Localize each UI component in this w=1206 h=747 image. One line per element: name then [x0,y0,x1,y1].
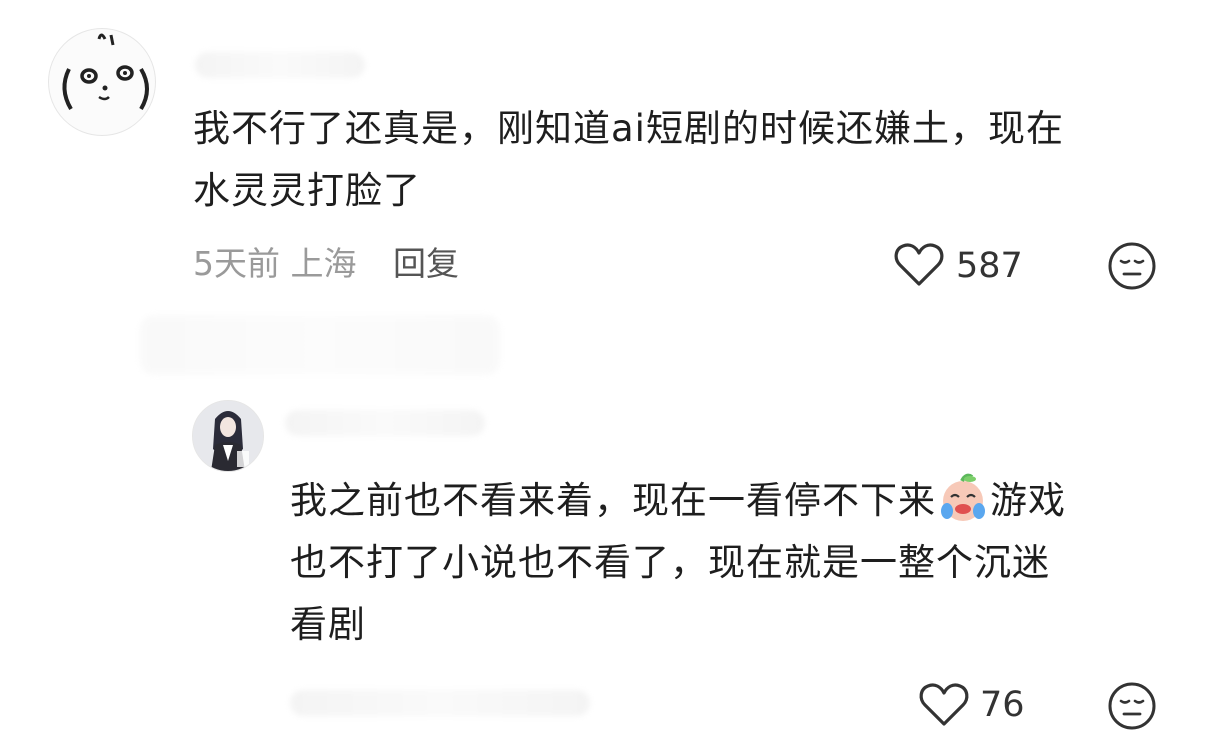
like-button[interactable] [893,240,945,290]
reply-dislike-button[interactable] [1106,680,1158,732]
reply-line-1-tail: 游戏 [990,479,1066,522]
comment-meta: 5天前 上海 回复 [193,244,459,284]
reply-avatar[interactable] [192,400,264,472]
commenter-avatar[interactable] [48,28,156,136]
reply-line-1-text: 我之前也不看来着，现在一看停不下来 [290,479,936,522]
username-redacted [195,52,365,78]
comment-text: 我不行了还真是，刚知道ai短剧的时候还嫌土，现在 水灵灵打脸了 [193,98,1183,222]
blurred-region [140,315,500,375]
dislike-button[interactable] [1106,240,1158,292]
reply-like-count: 76 [980,685,1025,725]
like-count: 587 [956,246,1023,286]
comment-line-2: 水灵灵打脸了 [193,169,421,212]
reply-line-2: 也不打了小说也不看了，现在就是一整个沉迷 [290,541,1050,584]
reply-text: 我之前也不看来着，现在一看停不下来 游戏 也不打了小说也不看了，现在就是一整个沉… [290,470,1170,656]
reply-button[interactable]: 回复 [393,244,459,283]
reply-line-1: 我之前也不看来着，现在一看停不下来 游戏 [290,470,1170,532]
meh-face-icon [1108,242,1156,290]
crying-face-emoji [936,473,990,523]
heart-outline-icon [919,683,969,726]
reply-line-3: 看剧 [290,603,366,646]
comment-location: 上海 [290,244,357,283]
anime-character-avatar-icon [193,401,263,471]
comment-line-1: 我不行了还真是，刚知道ai短剧的时候还嫌土，现在 [193,107,1064,150]
meh-face-icon [1108,682,1156,730]
reply-meta-redacted [290,690,590,716]
bunny-avatar-icon [62,33,149,111]
comment-time: 5天前 [193,244,280,283]
heart-outline-icon [894,243,944,286]
reply-username-redacted [285,410,485,436]
reply-like-button[interactable] [918,680,970,730]
